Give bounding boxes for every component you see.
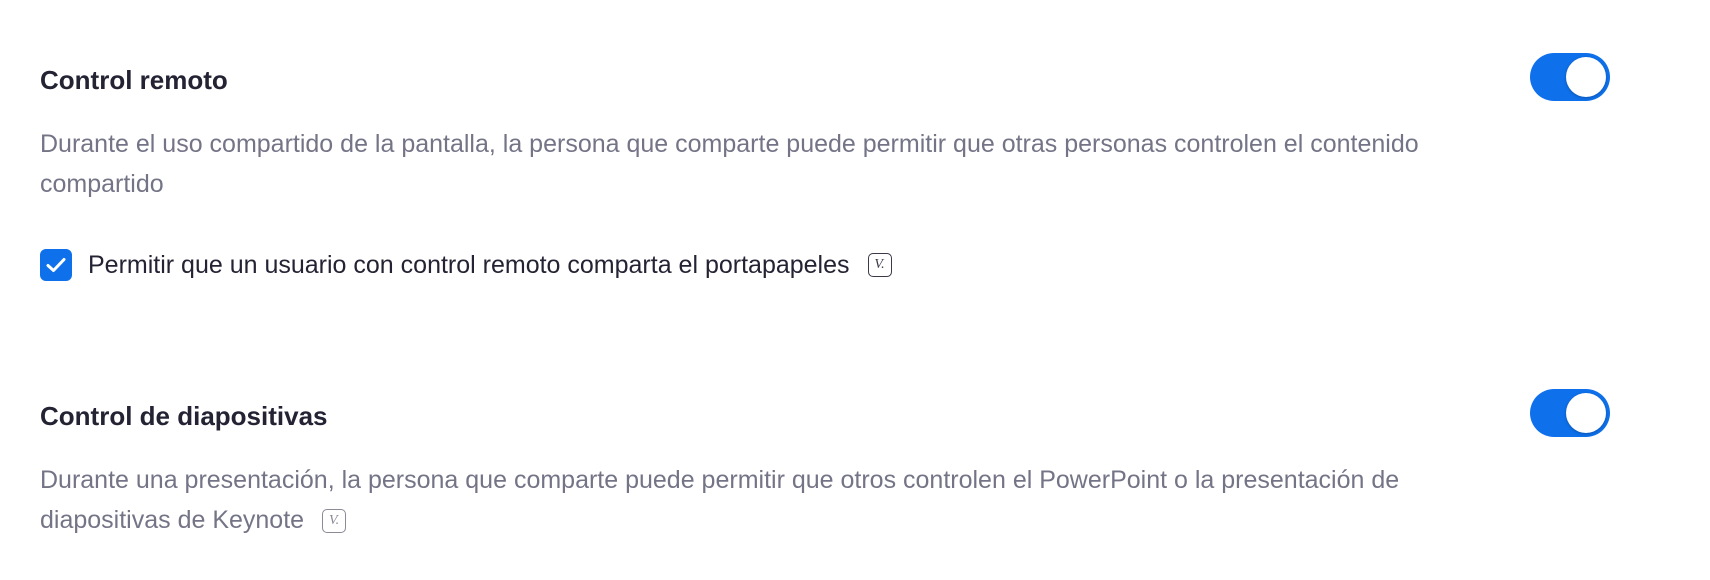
setting-title: Control de diapositivas (40, 401, 328, 431)
version-lock-icon[interactable]: V. (322, 509, 347, 534)
setting-description: Durante el uso compartido de la pantalla… (40, 130, 1419, 198)
toggle-knob (1566, 393, 1606, 433)
settings-page: Control remoto Durante el uso compartido… (0, 0, 1710, 580)
checkmark-icon (46, 258, 66, 272)
setting-title: Control remoto (40, 65, 228, 95)
setting-description-text: Durante una presentación, la persona que… (40, 466, 1400, 534)
clipboard-option: Permitir que un usuario con control remo… (40, 245, 892, 285)
remote-control-toggle[interactable] (1530, 53, 1610, 101)
setting-description: Durante una presentación, la persona que… (40, 460, 1400, 540)
clipboard-checkbox[interactable] (40, 249, 72, 281)
setting-remote-control: Control remoto Durante el uso compartido… (40, 0, 1620, 300)
version-lock-icon[interactable]: V. (867, 253, 892, 277)
slide-control-toggle[interactable] (1530, 389, 1610, 437)
toggle-knob (1566, 57, 1606, 97)
clipboard-option-label: Permitir que un usuario con control remo… (88, 251, 850, 279)
setting-slide-control: Control de diapositivas Durante una pres… (40, 300, 1620, 580)
